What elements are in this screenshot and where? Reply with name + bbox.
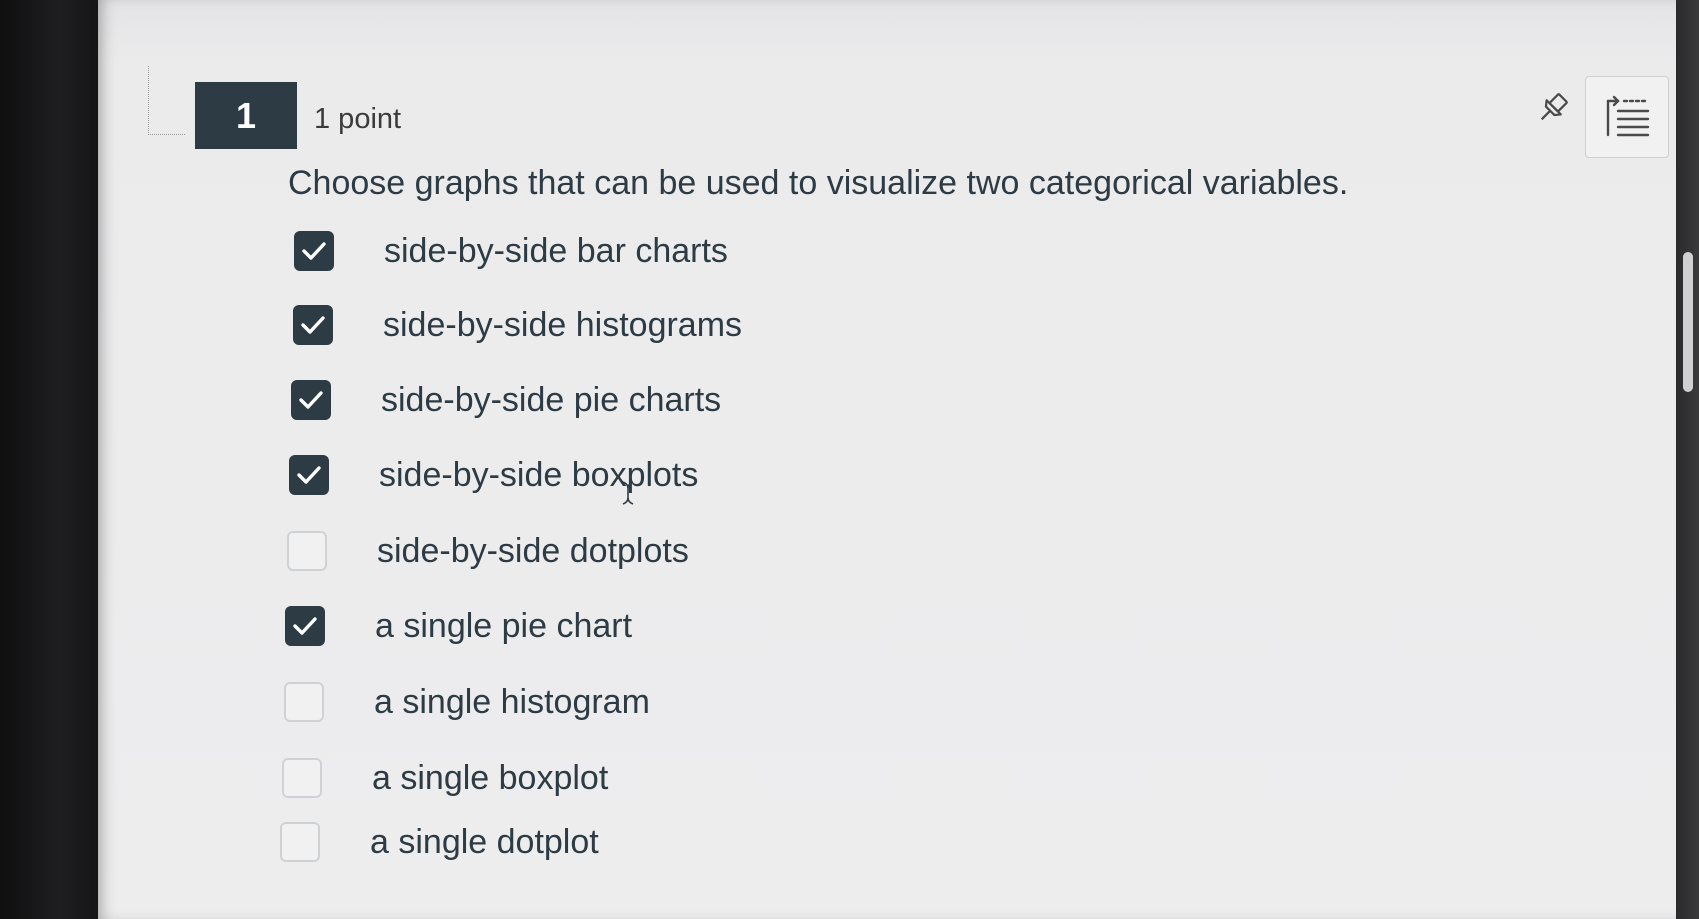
checkbox[interactable]	[280, 822, 320, 862]
option-row[interactable]: side-by-side boxplots	[289, 450, 698, 500]
pin-icon[interactable]	[1533, 88, 1573, 128]
option-label: side-by-side bar charts	[384, 231, 728, 270]
checkmark-icon	[293, 617, 317, 635]
option-label: side-by-side histograms	[383, 305, 743, 344]
screen-photo: 1 1 point Choose graphs that can be used…	[0, 0, 1699, 919]
option-label: a single dotplot	[370, 822, 599, 861]
question-number-badge: 1	[195, 82, 297, 149]
scrollbar-thumb[interactable]	[1683, 252, 1693, 392]
option-label: side-by-side pie charts	[381, 380, 722, 419]
option-label: a single histogram	[374, 682, 650, 721]
option-row[interactable]: side-by-side bar charts	[294, 226, 728, 276]
checkmark-icon	[297, 466, 321, 484]
outline-list-icon	[1606, 95, 1650, 137]
text-cursor-icon	[620, 480, 636, 510]
option-row[interactable]: side-by-side histograms	[293, 300, 742, 350]
option-row[interactable]: side-by-side dotplots	[287, 526, 689, 576]
option-label: a single boxplot	[372, 758, 609, 797]
option-row[interactable]: a single dotplot	[280, 817, 599, 867]
question-text: Choose graphs that can be used to visual…	[288, 164, 1349, 202]
option-row[interactable]: side-by-side pie charts	[291, 375, 721, 425]
option-label: a single pie chart	[375, 606, 633, 645]
checkmark-icon	[302, 242, 326, 260]
checkbox[interactable]	[291, 380, 331, 420]
checkbox[interactable]	[285, 606, 325, 646]
option-row[interactable]: a single boxplot	[282, 753, 608, 803]
checkbox[interactable]	[289, 455, 329, 495]
question-points: 1 point	[314, 103, 402, 135]
question-flag-guide	[148, 66, 185, 135]
checkmark-icon	[299, 391, 323, 409]
scrollbar-track[interactable]	[1676, 0, 1699, 919]
option-row[interactable]: a single histogram	[284, 677, 650, 727]
option-label: side-by-side boxplots	[379, 455, 699, 494]
checkbox[interactable]	[293, 305, 333, 345]
checkbox[interactable]	[294, 231, 334, 271]
checkmark-icon	[301, 316, 325, 334]
option-label: side-by-side dotplots	[377, 531, 689, 570]
checkbox[interactable]	[282, 758, 322, 798]
option-row[interactable]: a single pie chart	[285, 601, 632, 651]
checkbox[interactable]	[287, 531, 327, 571]
outline-button[interactable]	[1585, 76, 1669, 158]
checkbox[interactable]	[284, 682, 324, 722]
